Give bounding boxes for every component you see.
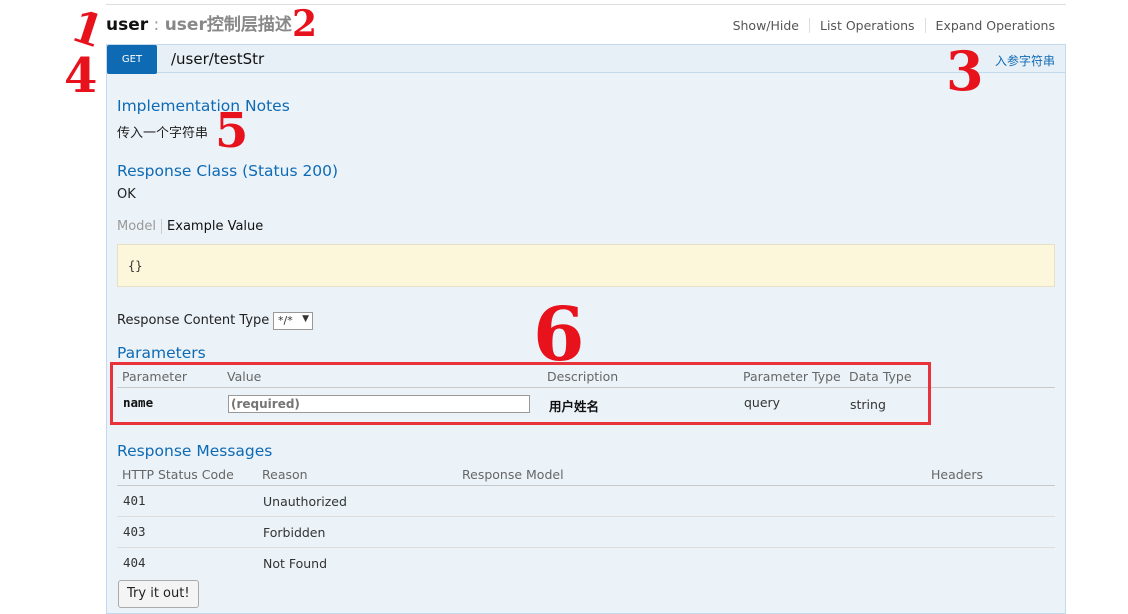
tab-model[interactable]: Model bbox=[117, 219, 163, 234]
chevron-down-icon: ▼ bbox=[302, 314, 309, 324]
operation-header-bar[interactable]: GET /user/testStr 入参字符串 bbox=[107, 45, 1065, 74]
resource-operations-links: Show/Hide List Operations Expand Operati… bbox=[723, 18, 1055, 33]
operation-path[interactable]: /user/testStr bbox=[171, 50, 264, 68]
resp-reason: Forbidden bbox=[263, 525, 326, 540]
model-tabs: Model Example Value bbox=[117, 219, 263, 234]
resp-code: 404 bbox=[123, 555, 146, 570]
annotation-2: 2 bbox=[292, 3, 318, 45]
resource-heading[interactable]: user : user控制层描述 bbox=[106, 10, 292, 35]
implementation-notes-title: Implementation Notes bbox=[117, 97, 290, 115]
heading-separator: : bbox=[148, 15, 165, 35]
resp-col-status-code: HTTP Status Code bbox=[122, 467, 234, 482]
response-messages-title: Response Messages bbox=[117, 442, 273, 460]
resp-col-reason: Reason bbox=[262, 467, 308, 482]
try-it-out-button[interactable]: Try it out! bbox=[118, 580, 199, 608]
top-divider bbox=[106, 4, 1066, 5]
tab-example-value[interactable]: Example Value bbox=[162, 219, 263, 234]
resp-header-rule bbox=[117, 485, 1055, 486]
resp-col-response-model: Response Model bbox=[462, 467, 564, 482]
resp-code: 403 bbox=[123, 524, 146, 539]
resource-name[interactable]: user bbox=[106, 15, 148, 35]
response-status-text: OK bbox=[117, 187, 136, 202]
resp-row-rule bbox=[117, 547, 1055, 548]
response-content-type-select[interactable]: */* ▼ bbox=[273, 312, 313, 330]
parameters-highlight-box bbox=[110, 362, 931, 425]
resp-row-rule bbox=[117, 516, 1055, 517]
content-type-selected: */* bbox=[278, 314, 293, 327]
http-verb-badge[interactable]: GET bbox=[107, 45, 157, 74]
response-class-title: Response Class (Status 200) bbox=[117, 162, 339, 180]
list-operations-link[interactable]: List Operations bbox=[810, 18, 926, 33]
response-content-type-label: Response Content Type bbox=[117, 313, 270, 328]
resource-description: user控制层描述 bbox=[164, 15, 292, 35]
operation-panel: GET /user/testStr 入参字符串 Implementation N… bbox=[106, 44, 1066, 614]
implementation-notes-text: 传入一个字符串 bbox=[117, 126, 209, 141]
resp-reason: Not Found bbox=[263, 556, 328, 571]
example-value-box: {} bbox=[117, 244, 1055, 287]
resp-reason: Unauthorized bbox=[263, 494, 347, 509]
show-hide-link[interactable]: Show/Hide bbox=[723, 18, 810, 33]
expand-operations-link[interactable]: Expand Operations bbox=[926, 18, 1055, 33]
annotation-4: 4 bbox=[64, 48, 98, 104]
parameters-title: Parameters bbox=[117, 344, 206, 362]
operation-summary[interactable]: 入参字符串 bbox=[995, 52, 1055, 69]
annotation-6: 6 bbox=[533, 292, 585, 378]
resp-col-headers: Headers bbox=[931, 467, 984, 482]
resp-code: 401 bbox=[123, 493, 146, 508]
annotation-3: 3 bbox=[946, 39, 984, 103]
annotation-5: 5 bbox=[215, 103, 249, 159]
